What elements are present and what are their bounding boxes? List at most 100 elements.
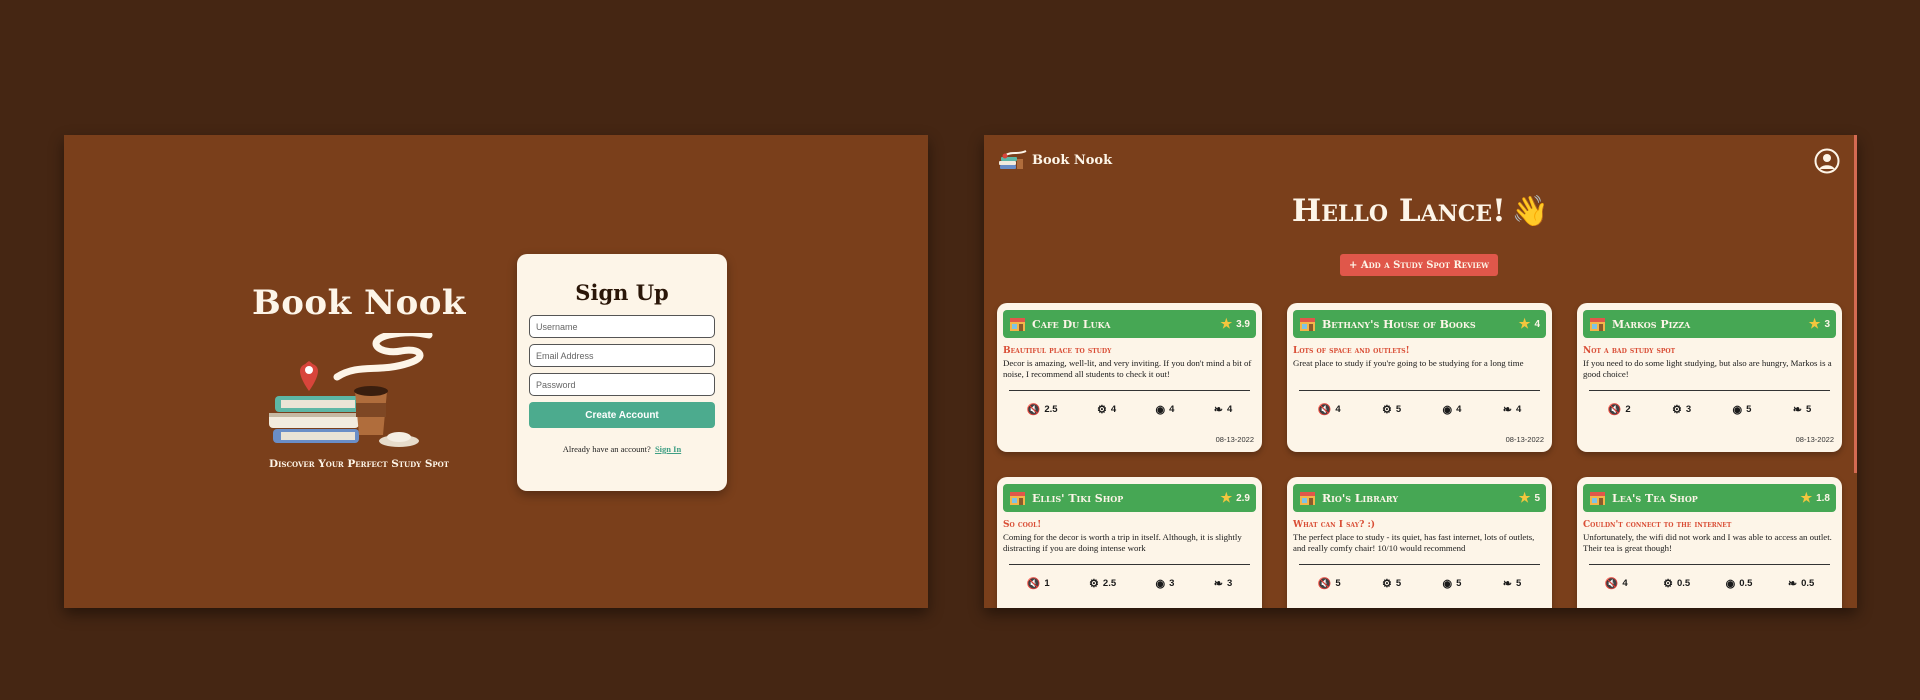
card-header: Rio's Library ★ 5 (1293, 484, 1546, 512)
already-text: Already have an account? (562, 444, 651, 454)
scrollbar[interactable] (1854, 135, 1857, 473)
stat-value: 4 (1456, 404, 1462, 415)
rating-value: 2.9 (1236, 492, 1250, 504)
stat-value: 2.5 (1044, 404, 1058, 415)
card-stats: 🔇 1 ⚙ 2.5 ◉ 3 ❧ 3 (1007, 577, 1252, 590)
stat-value: 3 (1169, 578, 1175, 589)
stat-value: 4 (1110, 404, 1117, 415)
review-card[interactable]: Rio's Library ★ 5 What can I say? :) The per… (1287, 477, 1552, 608)
rating: ★ 3 (1809, 316, 1830, 332)
stat-value: 3 (1685, 404, 1692, 415)
review-body: If you need to do some light studying, b… (1583, 358, 1832, 379)
outlet-icon: ⚙ (1382, 578, 1392, 590)
rating: ★ 2.9 (1220, 490, 1250, 506)
card-title[interactable]: Rio's Library (1322, 492, 1519, 505)
review-card[interactable]: Cafe Du Luka ★ 3.9 Beautiful place to study… (997, 303, 1262, 452)
books-coffee-illustration (269, 333, 433, 447)
signup-card: Sign Up Create Account Already have an a… (517, 254, 727, 491)
username-input[interactable] (529, 315, 715, 338)
card-divider (1589, 564, 1830, 565)
review-card[interactable]: Bethany's House of Books ★ 4 Lots of space … (1287, 303, 1552, 452)
card-title[interactable]: Ellis' Tiki Shop (1032, 492, 1220, 505)
tagline: Discover Your Perfect Study Spot (269, 458, 449, 470)
review-card[interactable]: Ellis' Tiki Shop ★ 2.9 So cool! Coming for t… (997, 477, 1262, 608)
stat-value: 5 (1746, 404, 1752, 415)
review-subtitle: Couldn't connect to the internet (1583, 520, 1732, 530)
email-input[interactable] (529, 344, 715, 367)
mute-icon: 🔇 (1317, 578, 1332, 590)
review-subtitle: So cool! (1003, 520, 1042, 530)
card-divider (1299, 564, 1540, 565)
review-subtitle: Beautiful place to study (1003, 346, 1112, 356)
review-subtitle: What can I say? :) (1293, 520, 1376, 530)
leaf-icon: ❧ (1792, 404, 1802, 416)
stat-noise: 🔇 1 (1027, 577, 1050, 590)
card-stats: 🔇 2.5 ⚙ 4 ◉ 4 ❧ 4 (1007, 403, 1252, 416)
wifi-icon: ◉ (1155, 578, 1166, 590)
storefront-icon (1300, 491, 1315, 505)
wifi-icon: ◉ (1725, 578, 1736, 590)
review-card[interactable]: Lea's Tea Shop ★ 1.8 Couldn't connect to th… (1577, 477, 1842, 608)
review-date: 08-13-2022 (1505, 435, 1544, 444)
user-circle-icon[interactable] (1814, 148, 1840, 174)
card-header: Lea's Tea Shop ★ 1.8 (1583, 484, 1836, 512)
card-divider (1009, 390, 1250, 391)
stat-noise: 🔇 5 (1318, 577, 1341, 590)
stat-ambience: ❧ 3 (1214, 577, 1233, 590)
card-divider (1589, 390, 1830, 391)
storefront-icon (1300, 317, 1315, 331)
card-stats: 🔇 4 ⚙ 0.5 ◉ 0.5 ❧ 0.5 (1587, 577, 1832, 590)
stat-ambience: ❧ 0.5 (1788, 577, 1814, 590)
card-title[interactable]: Markos Pizza (1612, 318, 1809, 331)
create-account-button[interactable]: Create Account (529, 402, 715, 428)
dashboard-screen: Book Nook Hello Lance! 👋 + Add a Study Sp… (984, 135, 1857, 608)
nav-brand[interactable]: Book Nook (1032, 153, 1112, 168)
wifi-icon: ◉ (1442, 578, 1453, 590)
greeting-text: Hello Lance! (1291, 193, 1506, 229)
signup-title: Sign Up (575, 280, 669, 305)
stat-value: 0.5 (1739, 578, 1753, 589)
review-subtitle: Lots of space and outlets! (1293, 346, 1410, 356)
add-review-button[interactable]: + Add a Study Spot Review (1340, 254, 1498, 276)
leaf-icon: ❧ (1502, 578, 1512, 590)
password-input[interactable] (529, 373, 715, 396)
stat-value: 0.5 (1676, 578, 1691, 589)
mute-icon: 🔇 (1317, 404, 1332, 416)
card-title[interactable]: Lea's Tea Shop (1612, 492, 1800, 505)
stat-noise: 🔇 4 (1605, 577, 1628, 590)
stat-value: 5 (1395, 578, 1402, 589)
stat-wifi: ◉ 0.5 (1726, 577, 1753, 590)
rating: ★ 5 (1519, 490, 1540, 506)
stat-value: 0.5 (1801, 578, 1815, 589)
wifi-icon: ◉ (1442, 404, 1453, 416)
stat-noise: 🔇 4 (1318, 403, 1341, 416)
signin-link[interactable]: Sign In (655, 444, 681, 454)
stat-value: 2 (1625, 404, 1631, 415)
mute-icon: 🔇 (1026, 404, 1041, 416)
star-icon: ★ (1220, 490, 1233, 505)
review-subtitle: Not a bad study spot (1583, 346, 1676, 356)
leaf-icon: ❧ (1213, 404, 1223, 416)
greeting-heading: Hello Lance! 👋 (984, 193, 1857, 229)
stat-value: 4 (1516, 404, 1522, 415)
outlet-icon: ⚙ (1096, 404, 1107, 416)
review-body: Unfortunately, the wifi did not work and… (1583, 532, 1832, 553)
signup-screen: Book Nook Discover Your Perfect Study Sp… (64, 135, 928, 608)
stat-ambience: ❧ 4 (1503, 403, 1522, 416)
rating-value: 3 (1824, 318, 1830, 330)
outlet-icon: ⚙ (1663, 578, 1673, 590)
stat-value: 5 (1806, 404, 1812, 415)
review-card[interactable]: Markos Pizza ★ 3 Not a bad study spot If you… (1577, 303, 1842, 452)
review-body: Decor is amazing, well-lit, and very inv… (1003, 358, 1252, 379)
card-title[interactable]: Bethany's House of Books (1322, 318, 1519, 331)
star-icon: ★ (1518, 490, 1531, 505)
stat-value: 4 (1622, 578, 1628, 589)
brand-title: Book Nook (252, 283, 466, 323)
rating: ★ 3.9 (1220, 316, 1250, 332)
book-nook-logo-icon[interactable] (998, 149, 1028, 171)
card-title[interactable]: Cafe Du Luka (1032, 318, 1220, 331)
stat-value: 5 (1395, 404, 1402, 415)
stat-value: 4 (1226, 404, 1233, 415)
mute-icon: 🔇 (1604, 578, 1619, 590)
stat-noise: 🔇 2.5 (1027, 403, 1058, 416)
